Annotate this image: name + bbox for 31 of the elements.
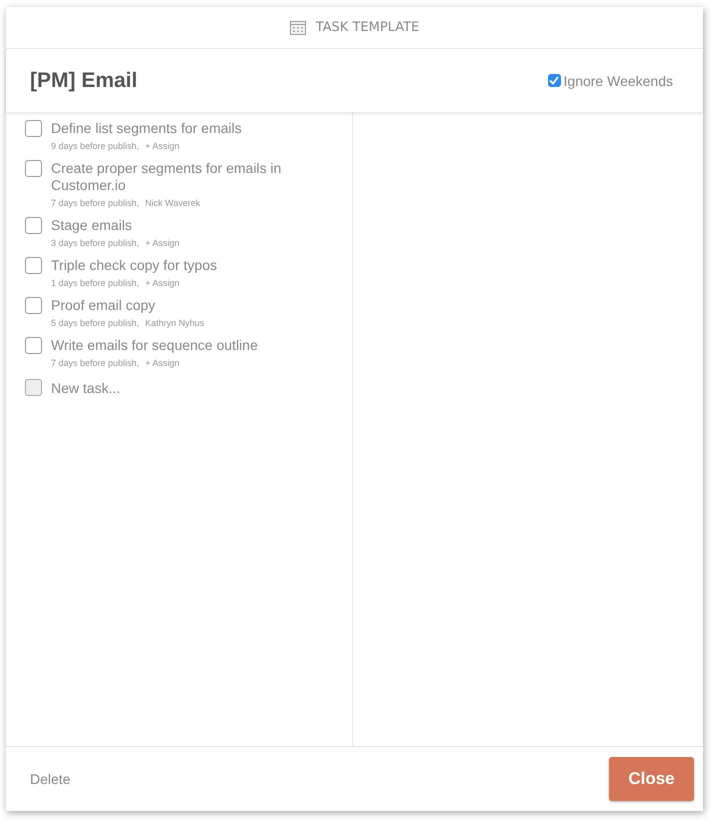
assignee[interactable]: + Assign xyxy=(145,140,180,152)
task-title[interactable]: Triple check copy for typos xyxy=(51,257,217,274)
assignee[interactable]: Nick Waverek xyxy=(145,197,200,209)
due-date: 9 days before publish, xyxy=(51,140,140,152)
task-title[interactable]: Stage emails xyxy=(51,217,180,234)
ignore-weekends-checkbox[interactable] xyxy=(548,74,561,87)
close-button[interactable]: Close xyxy=(609,757,694,801)
assignee[interactable]: + Assign xyxy=(145,357,180,369)
dialog-title: TASK TEMPLATE xyxy=(316,20,420,35)
task-checkbox[interactable] xyxy=(25,297,42,314)
assignee[interactable]: + Assign xyxy=(145,277,180,289)
task-checkbox[interactable] xyxy=(25,257,42,274)
due-date: 7 days before publish, xyxy=(51,357,140,369)
calendar-icon xyxy=(290,20,306,34)
due-date: 3 days before publish, xyxy=(51,237,140,249)
due-date: 7 days before publish, xyxy=(51,197,140,209)
delete-button[interactable]: Delete xyxy=(30,771,70,787)
due-date: 5 days before publish, xyxy=(51,317,140,329)
assignee[interactable]: Kathryn Nyhus xyxy=(145,317,204,329)
assignee[interactable]: + Assign xyxy=(145,237,180,249)
task-title[interactable]: Write emails for sequence outline xyxy=(51,337,258,354)
task-title[interactable]: Create proper segments for emails in Customer.io xyxy=(51,160,352,194)
task-checkbox[interactable] xyxy=(25,160,42,177)
template-name: [PM] Email xyxy=(30,68,138,92)
task-title[interactable]: Proof email copy xyxy=(51,297,204,314)
task-checkbox[interactable] xyxy=(25,217,42,234)
ignore-weekends-label: Ignore Weekends xyxy=(564,72,673,88)
task-title[interactable]: Define list segments for emails xyxy=(51,120,242,137)
task-checkbox[interactable] xyxy=(25,120,42,137)
due-date: 1 days before publish, xyxy=(51,277,140,289)
task-checkbox[interactable] xyxy=(25,337,42,354)
